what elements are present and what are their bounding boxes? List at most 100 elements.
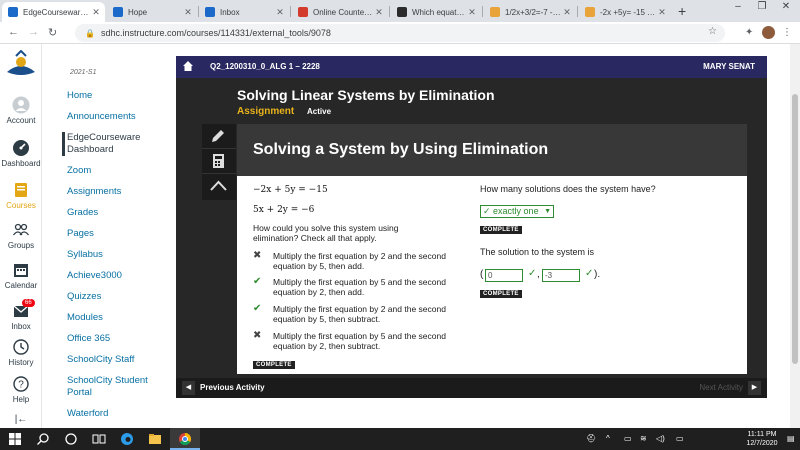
page-scrollbar[interactable] (790, 44, 800, 428)
close-window-button[interactable]: ✕ (776, 1, 796, 12)
edge-browser-icon[interactable] (120, 432, 134, 446)
dashboard-icon (13, 140, 29, 156)
prev-arrow-icon[interactable]: ◀ (182, 381, 195, 395)
close-tab-icon[interactable]: ✕ (90, 7, 102, 18)
volume-icon[interactable]: ◁) (656, 434, 665, 443)
nav-calendar[interactable]: Calendar (0, 261, 42, 290)
pencil-icon (212, 130, 224, 142)
search-icon[interactable] (36, 432, 50, 446)
complete-badge: COMPLETE (253, 361, 295, 369)
scrollbar-thumb[interactable] (792, 94, 798, 364)
solution-y-input[interactable]: -3 (542, 269, 580, 282)
tray-overflow-icon[interactable]: ^ (606, 434, 610, 443)
activity-status: Active (307, 107, 332, 116)
browser-tab-inbox[interactable]: Inbox ✕ (199, 2, 289, 22)
profile-avatar[interactable] (762, 26, 775, 39)
browser-tab-edgecourseware[interactable]: EdgeCourseware D ✕ (2, 2, 105, 22)
collapse-nav-icon[interactable]: |← (0, 414, 42, 425)
file-explorer-icon[interactable] (148, 432, 162, 446)
windows-start-icon[interactable] (8, 432, 22, 446)
next-arrow-icon[interactable]: ▶ (748, 381, 761, 395)
battery-icon[interactable]: ▭ (624, 434, 632, 443)
activity-footer: ◀ Previous Activity Next Activity ▶ (176, 378, 767, 398)
address-toolbar: ← → ↻ 🔒 sdhc.instructure.com/courses/114… (0, 22, 800, 44)
school-district-logo-icon[interactable] (4, 50, 38, 80)
taskbar-chrome-active[interactable] (170, 428, 200, 450)
close-tab-icon[interactable]: ✕ (466, 7, 478, 18)
browser-tab-equation-2[interactable]: -2x +5y= -15 5x + ✕ (579, 2, 671, 22)
back-arrow-icon[interactable]: ← (8, 26, 19, 38)
collapse-tools-button[interactable] (202, 174, 236, 199)
equation-1: −2x + 5y = −15 (253, 185, 328, 195)
close-tab-icon[interactable]: ✕ (274, 7, 286, 18)
notifications-icon[interactable]: ▤ (787, 434, 795, 443)
solutions-count-dropdown[interactable]: ✓ exactly one ▼ (480, 205, 554, 218)
solution-x-input[interactable]: 0 (485, 269, 523, 282)
browser-menu-icon[interactable]: ⋮ (782, 27, 792, 38)
home-icon[interactable] (182, 60, 194, 72)
course-nav-edgecourseware-dashboard[interactable]: EdgeCourseware Dashboard (62, 132, 162, 156)
nav-inbox[interactable]: 66 Inbox (0, 299, 42, 331)
mathway-favicon-icon (490, 7, 500, 17)
close-tab-icon[interactable]: ✕ (561, 7, 573, 18)
open-paren: ( (480, 269, 484, 280)
account-icon (12, 96, 30, 114)
nav-groups[interactable]: Groups (0, 221, 42, 250)
people-icon[interactable]: ⛑ (586, 434, 596, 443)
minimize-button[interactable]: – (728, 1, 748, 12)
browser-tab-which-equation[interactable]: Which equation re ✕ (391, 2, 481, 22)
windows-taskbar: ⛑ ^ ▭ ≋ ◁) ▭ 11:11 PM 12/7/2020 ▤ (0, 428, 800, 450)
close-tab-icon[interactable]: ✕ (373, 7, 385, 18)
nav-history[interactable]: History (0, 338, 42, 367)
pencil-tool-button[interactable] (202, 124, 236, 149)
course-nav-announcements[interactable]: Announcements (67, 111, 167, 123)
student-name[interactable]: MARY SENAT (703, 62, 755, 71)
course-nav-schoolcity-staff[interactable]: SchoolCity Staff (67, 354, 167, 366)
reload-icon[interactable]: ↻ (48, 26, 57, 39)
system-clock[interactable]: 11:11 PM 12/7/2020 (742, 430, 782, 448)
nav-courses[interactable]: Courses (0, 181, 42, 210)
close-tab-icon[interactable]: ✕ (656, 7, 668, 18)
course-navigation: 2021-S1 Home Announcements EdgeCoursewar… (42, 44, 170, 428)
course-nav-achieve3000[interactable]: Achieve3000 (67, 270, 167, 282)
edgenuity-header-bar: Q2_1200310_0_ALG 1 – 2228 MARY SENAT (176, 56, 767, 78)
extensions-puzzle-icon[interactable]: ✦ (745, 27, 753, 38)
nav-dashboard[interactable]: Dashboard (0, 139, 42, 168)
next-activity-button[interactable]: Next Activity (699, 383, 743, 392)
course-nav-schoolcity-student-portal[interactable]: SchoolCity Student Portal (67, 375, 167, 399)
language-icon[interactable]: ▭ (676, 434, 684, 443)
course-nav-modules[interactable]: Modules (67, 312, 167, 324)
calculator-tool-button[interactable] (202, 149, 236, 174)
new-tab-button[interactable]: + (678, 3, 686, 19)
forward-arrow-icon[interactable]: → (28, 26, 39, 38)
chevron-down-icon: ▼ (544, 208, 551, 215)
cortana-icon[interactable] (64, 432, 78, 446)
course-nav-office-365[interactable]: Office 365 (67, 333, 167, 345)
nav-help[interactable]: ? Help (0, 375, 42, 404)
browser-tab-online-counter[interactable]: Online Counter - S ✕ (292, 2, 388, 22)
close-tab-icon[interactable]: ✕ (182, 7, 194, 18)
course-nav-quizzes[interactable]: Quizzes (67, 291, 167, 303)
chrome-icon (179, 433, 192, 446)
browser-tab-hope[interactable]: Hope ✕ (107, 2, 197, 22)
canvas-favicon-icon (8, 7, 18, 17)
course-nav-syllabus[interactable]: Syllabus (67, 249, 167, 261)
course-nav-grades[interactable]: Grades (67, 207, 167, 219)
groups-icon (12, 223, 30, 236)
correct-check-icon: ✔ (253, 303, 262, 314)
bookmark-star-icon[interactable]: ☆ (708, 26, 717, 37)
browser-tab-equation-1[interactable]: 1/2x+3/2=-7 -3x= ✕ (484, 2, 576, 22)
panel-title: Solving a System by Using Elimination (253, 141, 549, 158)
course-nav-pages[interactable]: Pages (67, 228, 167, 240)
url-bar[interactable]: 🔒 sdhc.instructure.com/courses/114331/ex… (75, 24, 725, 42)
previous-activity-button[interactable]: Previous Activity (200, 383, 265, 392)
course-nav-home[interactable]: Home (67, 90, 167, 102)
course-title: Q2_1200310_0_ALG 1 – 2228 (210, 62, 320, 71)
task-view-icon[interactable] (92, 432, 106, 446)
course-nav-waterford[interactable]: Waterford (67, 408, 167, 420)
nav-account[interactable]: Account (0, 96, 42, 125)
course-nav-zoom[interactable]: Zoom (67, 165, 167, 177)
course-nav-assignments[interactable]: Assignments (67, 186, 167, 198)
wifi-icon[interactable]: ≋ (640, 434, 647, 443)
maximize-button[interactable]: ❐ (752, 1, 772, 12)
